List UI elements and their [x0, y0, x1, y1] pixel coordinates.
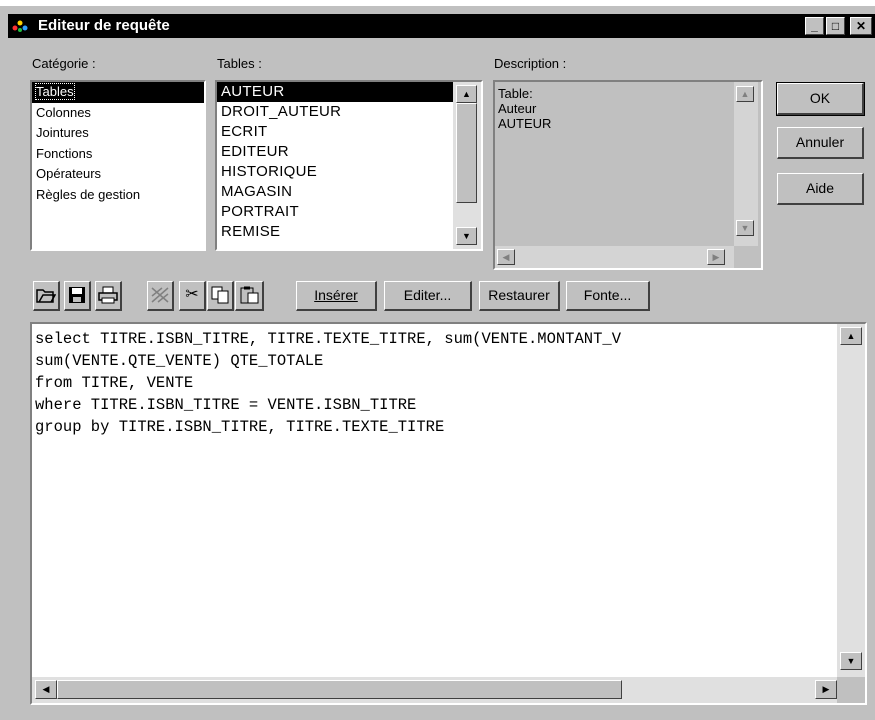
arrow-up-icon: ▲	[462, 89, 471, 99]
description-line: AUTEUR	[498, 116, 552, 131]
category-label: Catégorie :	[32, 56, 96, 71]
query-line: from TITRE, VENTE	[35, 374, 194, 392]
scroll-up-button[interactable]: ▲	[456, 85, 477, 103]
list-item[interactable]: PORTRAIT	[217, 202, 453, 222]
paste-button[interactable]	[235, 281, 264, 311]
arrow-down-icon: ▼	[462, 231, 471, 241]
description-line: Auteur	[498, 101, 537, 116]
print-icon	[98, 286, 118, 304]
category-item-label: Tables	[35, 83, 75, 100]
list-item[interactable]: ECRIT	[217, 122, 453, 142]
scroll-left-button[interactable]: ◀	[497, 249, 515, 265]
scroll-down-button[interactable]: ▼	[736, 220, 754, 236]
category-list[interactable]: Tables Colonnes Jointures Fonctions Opérateu…	[30, 80, 206, 251]
scroll-left-button[interactable]: ◀	[35, 680, 57, 699]
scroll-up-button[interactable]: ▲	[736, 86, 754, 102]
paste-icon	[240, 286, 259, 304]
list-item[interactable]: Jointures	[32, 123, 204, 144]
description-vscrollbar[interactable]: ▲ ▼	[734, 82, 758, 246]
list-item[interactable]: Tables	[32, 82, 204, 103]
cancel-button[interactable]: Annuler	[777, 127, 864, 159]
list-item[interactable]: DROIT_AUTEUR	[217, 102, 453, 122]
insert-button[interactable]: Insérer	[296, 281, 377, 311]
tables-list[interactable]: AUTEUR DROIT_AUTEUR ECRIT EDITEUR HISTORIQUE…	[215, 80, 483, 251]
query-editor[interactable]: select TITRE.ISBN_TITRE, TITRE.TEXTE_TIT…	[30, 322, 867, 705]
description-hscrollbar[interactable]: ◀ ▶	[495, 246, 734, 268]
scroll-corner	[837, 677, 865, 703]
clear-button[interactable]	[147, 281, 174, 311]
save-button[interactable]	[64, 281, 91, 311]
list-item[interactable]: EDITEUR	[217, 142, 453, 162]
scroll-right-button[interactable]: ▶	[815, 680, 837, 699]
tables-label: Tables :	[217, 56, 262, 71]
list-item[interactable]: HISTORIQUE	[217, 162, 453, 182]
editor-hscrollbar[interactable]: ◀ ▶	[32, 677, 837, 703]
help-button[interactable]: Aide	[777, 173, 864, 205]
arrow-down-icon: ▼	[740, 223, 750, 233]
maximize-icon: □	[831, 19, 840, 33]
query-line: group by TITRE.ISBN_TITRE, TITRE.TEXTE_T…	[35, 418, 445, 436]
category-item-label: Opérateurs	[36, 166, 102, 181]
category-item-label: Jointures	[36, 125, 89, 140]
description-line: Table:	[498, 86, 533, 101]
close-icon: ✕	[855, 19, 867, 33]
maximize-button[interactable]: □	[826, 17, 845, 35]
scroll-right-button[interactable]: ▶	[707, 249, 725, 265]
list-item[interactable]: Opérateurs	[32, 164, 204, 185]
list-item[interactable]: Colonnes	[32, 103, 204, 124]
arrow-right-icon: ▶	[712, 252, 720, 262]
scroll-down-button[interactable]: ▼	[456, 227, 477, 245]
tables-scrollbar[interactable]: ▲ ▼	[453, 82, 481, 249]
copy-icon	[211, 286, 229, 304]
app-icon	[12, 20, 28, 32]
list-item[interactable]: MAGASIN	[217, 182, 453, 202]
minimize-button[interactable]: _	[805, 17, 824, 35]
clear-icon	[151, 287, 169, 303]
arrow-left-icon: ◀	[502, 252, 510, 262]
save-icon	[69, 287, 85, 303]
arrow-up-icon: ▲	[846, 331, 856, 341]
list-item[interactable]: Fonctions	[32, 144, 204, 165]
minimize-icon: _	[811, 19, 818, 33]
restore-button[interactable]: Restaurer	[479, 281, 560, 311]
open-button[interactable]	[33, 281, 60, 311]
list-item[interactable]: REMISE	[217, 222, 453, 242]
cut-icon: ✂	[185, 286, 199, 303]
print-button[interactable]	[95, 281, 122, 311]
category-item-label: Règles de gestion	[36, 186, 141, 202]
font-button[interactable]: Fonte...	[566, 281, 650, 311]
close-button[interactable]: ✕	[850, 17, 872, 35]
scroll-down-button[interactable]: ▼	[840, 652, 862, 670]
category-item-label: Colonnes	[36, 104, 91, 120]
arrow-right-icon: ▶	[822, 684, 830, 694]
scroll-up-button[interactable]: ▲	[840, 327, 862, 345]
arrow-up-icon: ▲	[740, 89, 750, 99]
edit-button[interactable]: Editer...	[384, 281, 472, 311]
arrow-down-icon: ▼	[846, 656, 856, 666]
copy-button[interactable]	[207, 281, 234, 311]
arrow-left-icon: ◀	[42, 684, 50, 694]
description-label: Description :	[494, 56, 567, 71]
query-line: sum(VENTE.QTE_VENTE) QTE_TOTALE	[35, 352, 324, 370]
window-title: Editeur de requête	[38, 17, 170, 34]
list-item[interactable]: Règles de gestion	[32, 185, 204, 206]
ok-button[interactable]: OK	[776, 82, 865, 116]
cut-button[interactable]: ✂	[179, 281, 206, 311]
query-line: select TITRE.ISBN_TITRE, TITRE.TEXTE_TIT…	[35, 330, 621, 348]
category-item-label: Fonctions	[36, 145, 93, 161]
description-box: Table: Auteur AUTEUR ▲ ▼ ◀ ▶	[493, 80, 763, 270]
query-line: where TITRE.ISBN_TITRE = VENTE.ISBN_TITR…	[35, 396, 417, 414]
scroll-thumb[interactable]	[57, 680, 622, 699]
title-bar[interactable]: Editeur de requête	[8, 14, 875, 38]
editor-vscrollbar[interactable]: ▲ ▼	[837, 324, 865, 677]
list-item[interactable]: AUTEUR	[217, 82, 453, 102]
scroll-thumb[interactable]	[456, 103, 477, 203]
open-icon	[36, 289, 57, 303]
